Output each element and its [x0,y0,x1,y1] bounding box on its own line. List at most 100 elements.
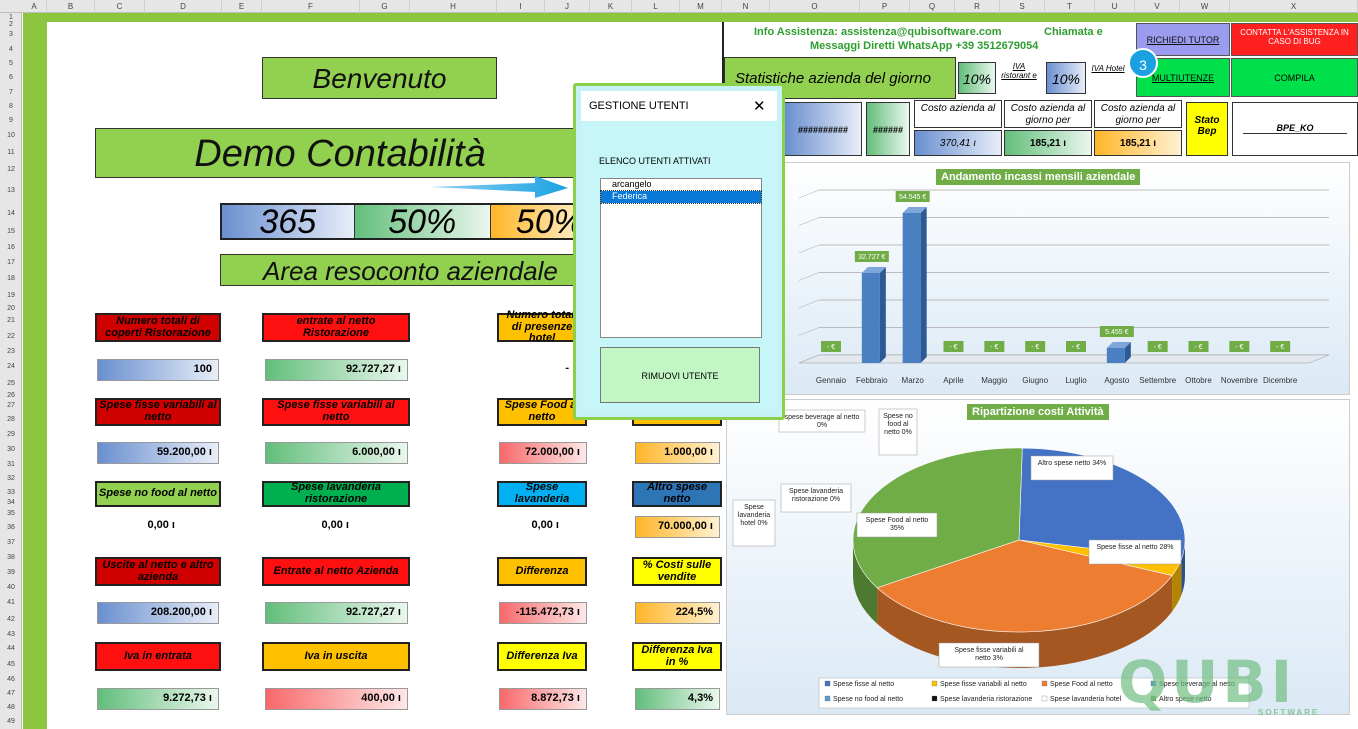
row-header-19[interactable]: 19 [0,287,22,305]
row-header-48[interactable]: 48 [0,701,22,714]
column-header-C[interactable]: C [95,0,145,13]
row-header-13[interactable]: 13 [0,178,22,203]
close-icon[interactable]: ✕ [753,97,766,115]
row-header-17[interactable]: 17 [0,255,22,270]
column-header-D[interactable]: D [145,0,222,13]
row-header-42[interactable]: 42 [0,611,22,628]
column-header-U[interactable]: U [1095,0,1135,13]
row-header-25[interactable]: 25 [0,376,22,392]
row-header-10[interactable]: 10 [0,128,22,143]
column-header-W[interactable]: W [1180,0,1230,13]
row-header-44[interactable]: 44 [0,641,22,657]
column-header-N[interactable]: N [722,0,770,13]
row-header-39[interactable]: 39 [0,565,22,580]
column-header-Q[interactable]: Q [910,0,955,13]
column-header-B[interactable]: B [47,0,95,13]
column-header-J[interactable]: J [545,0,590,13]
grid-value: 92.727,27 ı [265,602,408,624]
row-header-11[interactable]: 11 [0,143,22,162]
column-header-M[interactable]: M [680,0,722,13]
column-header-V[interactable]: V [1135,0,1180,13]
legend-swatch [931,695,938,702]
row-header-36[interactable]: 36 [0,521,22,535]
row-header-47[interactable]: 47 [0,687,22,701]
column-header-F[interactable]: F [262,0,360,13]
column-header-E[interactable]: E [222,0,262,13]
row-header-46[interactable]: 46 [0,672,22,687]
bar-chart: Andamento incassi mensili aziendale - € G… [778,162,1350,395]
bpe-value: BPE_KO [1243,123,1347,134]
row-header-23[interactable]: 23 [0,345,22,358]
row-header-30[interactable]: 30 [0,442,22,457]
column-header-P[interactable]: P [860,0,910,13]
contact-bug-button[interactable]: CONTATTA L'ASSISTENZA IN CASO DI BUG [1231,23,1358,56]
row-header-7[interactable]: 7 [0,85,22,100]
row-header-4[interactable]: 4 [0,42,22,57]
row-header-43[interactable]: 43 [0,628,22,641]
row-header-5[interactable]: 5 [0,57,22,70]
dialog-title: GESTIONE UTENTI [589,100,689,112]
column-header-H[interactable]: H [410,0,497,13]
column-header-X[interactable]: X [1230,0,1358,13]
row-header-38[interactable]: 38 [0,550,22,565]
row-header-24[interactable]: 24 [0,358,22,376]
row-header-15[interactable]: 15 [0,224,22,240]
assist-line2: Messaggi Diretti WhatsApp +39 3512679054 [810,40,1039,52]
row-header-28[interactable]: 28 [0,413,22,427]
grid-value: 0,00 ı [321,519,349,531]
column-header-O[interactable]: O [770,0,860,13]
iva-rist-label: IVA ristorant e [1001,62,1037,80]
row-header-8[interactable]: 8 [0,100,22,114]
row-header-40[interactable]: 40 [0,580,22,595]
row-header-21[interactable]: 21 [0,313,22,329]
row-header-18[interactable]: 18 [0,270,22,287]
row-header-32[interactable]: 32 [0,472,22,486]
column-header-T[interactable]: T [1045,0,1095,13]
column-header-K[interactable]: K [590,0,632,13]
compila-button[interactable]: COMPILA [1231,58,1358,97]
row-header-37[interactable]: 37 [0,535,22,550]
row-header-22[interactable]: 22 [0,329,22,345]
row-header-6[interactable]: 6 [0,70,22,85]
column-header-L[interactable]: L [632,0,680,13]
row-header-27[interactable]: 27 [0,399,22,413]
row-header-33[interactable]: 33 [0,486,22,500]
column-header-I[interactable]: I [497,0,545,13]
pie-label: 35% [890,525,904,532]
row-header-45[interactable]: 45 [0,657,22,672]
grid-value: 92.727,27 ı [265,359,408,381]
user-dialog: GESTIONE UTENTI ✕ ELENCO UTENTI ATTIVATI… [573,83,785,420]
qubi-logo-sub: SOFTWARE [1258,708,1320,717]
user-item[interactable]: arcangelo [601,179,761,191]
user-listbox[interactable]: arcangelo Federica [600,178,762,338]
iva-hotel-value: 10% [1046,62,1086,94]
pie-label: hotel 0% [740,520,767,527]
bar-category-label: Ottobre [1185,376,1212,385]
grid-label: Entrate al netto Azienda [262,557,410,586]
row-header-12[interactable]: 12 [0,162,22,178]
row-header-41[interactable]: 41 [0,595,22,611]
bar-data-label: - € [1072,344,1080,351]
row-header-bar: 1 2 3 4 5 6 7 8 9 10 11 12 13 14 15 16 17 18 19 20 21 22 23 24 2… [0,13,22,729]
row-header-9[interactable]: 9 [0,114,22,128]
row-header-16[interactable]: 16 [0,240,22,255]
bar [1106,341,1131,363]
legend-entry: Spese fisse variabili al netto [940,681,1027,688]
row-header-3[interactable]: 3 [0,27,22,42]
user-item-selected[interactable]: Federica [600,190,762,204]
column-header-S[interactable]: S [1000,0,1045,13]
column-header-A[interactable]: A [22,0,47,13]
row-header-29[interactable]: 29 [0,427,22,442]
dialog-titlebar: GESTIONE UTENTI ✕ [581,91,777,121]
legend-swatch [931,680,938,687]
row-header-49[interactable]: 49 [0,714,22,729]
remove-user-button[interactable]: RIMUOVI UTENTE [600,347,760,403]
row-header-20[interactable]: 20 [0,305,22,313]
row-header-31[interactable]: 31 [0,457,22,472]
column-header-R[interactable]: R [955,0,1000,13]
row-header-14[interactable]: 14 [0,203,22,224]
row-header-26[interactable]: 26 [0,392,22,399]
column-header-G[interactable]: G [360,0,410,13]
row-header-35[interactable]: 35 [0,506,22,521]
sheet-green-band [47,13,1358,22]
